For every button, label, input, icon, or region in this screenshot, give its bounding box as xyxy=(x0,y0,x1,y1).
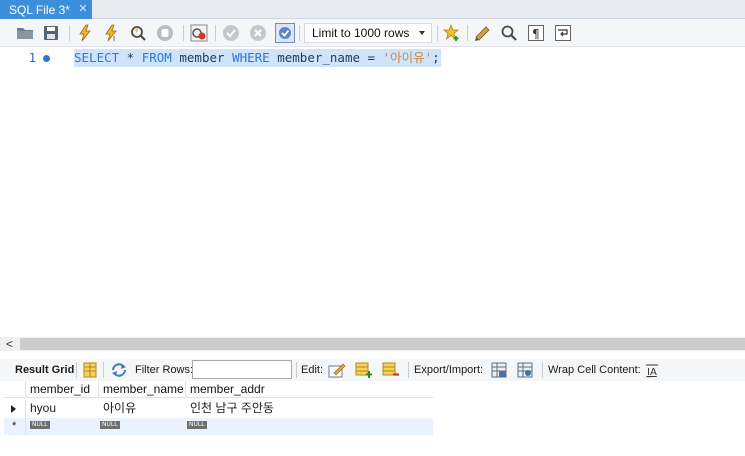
sql-statement[interactable]: SELECT * FROM member WHERE member_name =… xyxy=(74,49,441,67)
filter-rows-input[interactable] xyxy=(192,360,292,379)
scroll-left-icon[interactable]: < xyxy=(6,337,16,351)
toolbar-separator xyxy=(103,362,104,378)
rollback-icon[interactable] xyxy=(248,23,268,43)
statement-marker-icon xyxy=(43,55,50,62)
current-row-arrow-icon xyxy=(11,405,16,413)
export-icon[interactable] xyxy=(490,362,508,378)
toolbar-separator xyxy=(183,25,184,41)
null-badge[interactable]: NULL xyxy=(30,421,50,429)
tab-sql-file-3[interactable]: SQL File 3* ✕ xyxy=(0,0,92,19)
cell-member-name[interactable]: 아이유 xyxy=(99,400,186,417)
explain-icon[interactable] xyxy=(128,23,148,43)
column-header-member-addr[interactable]: member_addr xyxy=(186,381,433,398)
save-icon[interactable] xyxy=(41,23,61,43)
editor-tab-strip: SQL File 3* ✕ xyxy=(0,0,745,19)
sql-terminator: ; xyxy=(432,50,440,65)
execute-icon[interactable] xyxy=(75,23,95,43)
row-marker xyxy=(4,400,26,417)
chevron-down-icon xyxy=(419,31,425,35)
cell-member-addr[interactable]: 인천 남구 주안동 xyxy=(186,400,433,417)
toolbar-separator xyxy=(69,25,70,41)
toolbar-separator xyxy=(296,362,297,378)
column-header-member-id[interactable]: member_id xyxy=(26,381,99,398)
autocommit-icon[interactable] xyxy=(275,23,295,43)
edit-label: Edit: xyxy=(301,364,324,376)
result-grid-tab[interactable]: Result Grid xyxy=(15,364,74,377)
sql-table: member xyxy=(171,50,233,65)
cell-member-id[interactable]: hyou xyxy=(26,400,99,417)
toggle-error-icon[interactable] xyxy=(189,23,209,43)
tab-title: SQL File 3* xyxy=(9,2,70,17)
toolbar-separator xyxy=(299,25,300,41)
import-icon[interactable] xyxy=(516,362,534,378)
svg-text:I̲A: I̲A xyxy=(645,367,657,378)
find-icon[interactable] xyxy=(499,23,519,43)
table-row[interactable]: hyou 아이유 인천 남구 주안동 xyxy=(4,400,433,417)
toolbar-separator xyxy=(76,362,77,378)
new-row[interactable]: * NULL NULL NULL xyxy=(4,418,433,435)
sql-keyword-from: FROM xyxy=(141,50,172,65)
stop-icon[interactable] xyxy=(155,23,175,43)
refresh-icon[interactable] xyxy=(110,362,128,378)
toolbar-separator xyxy=(437,25,438,41)
svg-text:¶: ¶ xyxy=(532,27,540,41)
sql-keyword-where: WHERE xyxy=(232,50,270,65)
sql-condition: member_name = xyxy=(269,50,383,65)
svg-text:I: I xyxy=(113,35,115,42)
word-wrap-icon[interactable] xyxy=(553,23,573,43)
delete-row-icon[interactable] xyxy=(382,362,400,378)
toolbar-separator xyxy=(542,362,543,378)
add-snippet-icon[interactable] xyxy=(442,23,462,43)
sql-keyword-select: SELECT xyxy=(74,50,120,65)
invisible-chars-icon[interactable]: ¶ xyxy=(526,23,546,43)
row-marker-new: * xyxy=(4,418,26,435)
wrap-cell-content-label: Wrap Cell Content: xyxy=(548,364,641,376)
close-tab-icon[interactable]: ✕ xyxy=(77,2,89,16)
scrollbar-thumb[interactable] xyxy=(20,338,745,350)
toolbar-separator xyxy=(408,362,409,378)
grid-view-icon[interactable] xyxy=(81,362,99,378)
insert-row-icon[interactable] xyxy=(355,362,373,378)
grid-header-row: member_id member_name member_addr xyxy=(4,381,433,398)
toolbar-separator xyxy=(215,25,216,41)
line-number: 1 xyxy=(28,51,36,65)
horizontal-scrollbar[interactable]: < xyxy=(0,337,745,351)
beautify-icon[interactable] xyxy=(473,23,493,43)
sql-star: * xyxy=(119,50,142,65)
new-row-marker: * xyxy=(12,420,17,432)
row-marker-header xyxy=(4,381,26,398)
null-badge[interactable]: NULL xyxy=(187,421,207,429)
column-header-member-name[interactable]: member_name xyxy=(99,381,186,398)
sql-editor-toolbar: I Limit to 1000 rows ¶ xyxy=(0,19,745,47)
execute-current-icon[interactable]: I xyxy=(101,23,121,43)
sql-string-literal: '아이유' xyxy=(382,50,433,65)
null-badge[interactable]: NULL xyxy=(100,421,120,429)
commit-icon[interactable] xyxy=(221,23,241,43)
export-import-label: Export/Import: xyxy=(414,364,484,376)
limit-rows-value: Limit to 1000 rows xyxy=(312,26,410,40)
open-folder-icon[interactable] xyxy=(15,23,35,43)
sql-editor[interactable]: 1 SELECT * FROM member WHERE member_name… xyxy=(0,47,745,337)
limit-rows-select[interactable]: Limit to 1000 rows xyxy=(304,23,432,43)
result-grid-toolbar: Result Grid Filter Rows: Edit: Export/Im… xyxy=(0,359,745,381)
wrap-cell-toggle-icon[interactable]: I̲A xyxy=(643,362,661,378)
edit-row-icon[interactable] xyxy=(328,362,346,378)
toolbar-separator xyxy=(467,25,468,41)
filter-rows-label: Filter Rows: xyxy=(135,364,194,376)
